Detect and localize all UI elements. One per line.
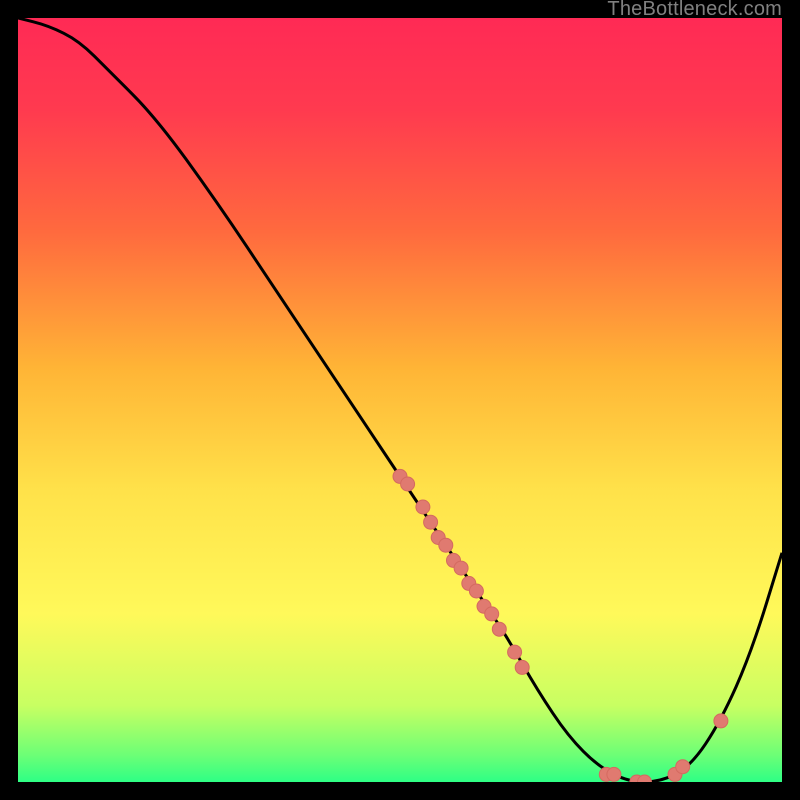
data-marker xyxy=(416,500,430,514)
data-marker xyxy=(485,607,499,621)
data-marker xyxy=(515,660,529,674)
data-marker xyxy=(454,561,468,575)
chart-stage: TheBottleneck.com xyxy=(0,0,800,800)
data-marker xyxy=(401,477,415,491)
data-marker xyxy=(508,645,522,659)
data-marker xyxy=(714,714,728,728)
data-marker xyxy=(676,760,690,774)
gradient-backdrop xyxy=(18,18,782,782)
data-marker xyxy=(424,515,438,529)
data-marker xyxy=(492,622,506,636)
data-marker xyxy=(469,584,483,598)
bottleneck-chart xyxy=(18,18,782,782)
data-marker xyxy=(439,538,453,552)
data-marker xyxy=(607,767,621,781)
